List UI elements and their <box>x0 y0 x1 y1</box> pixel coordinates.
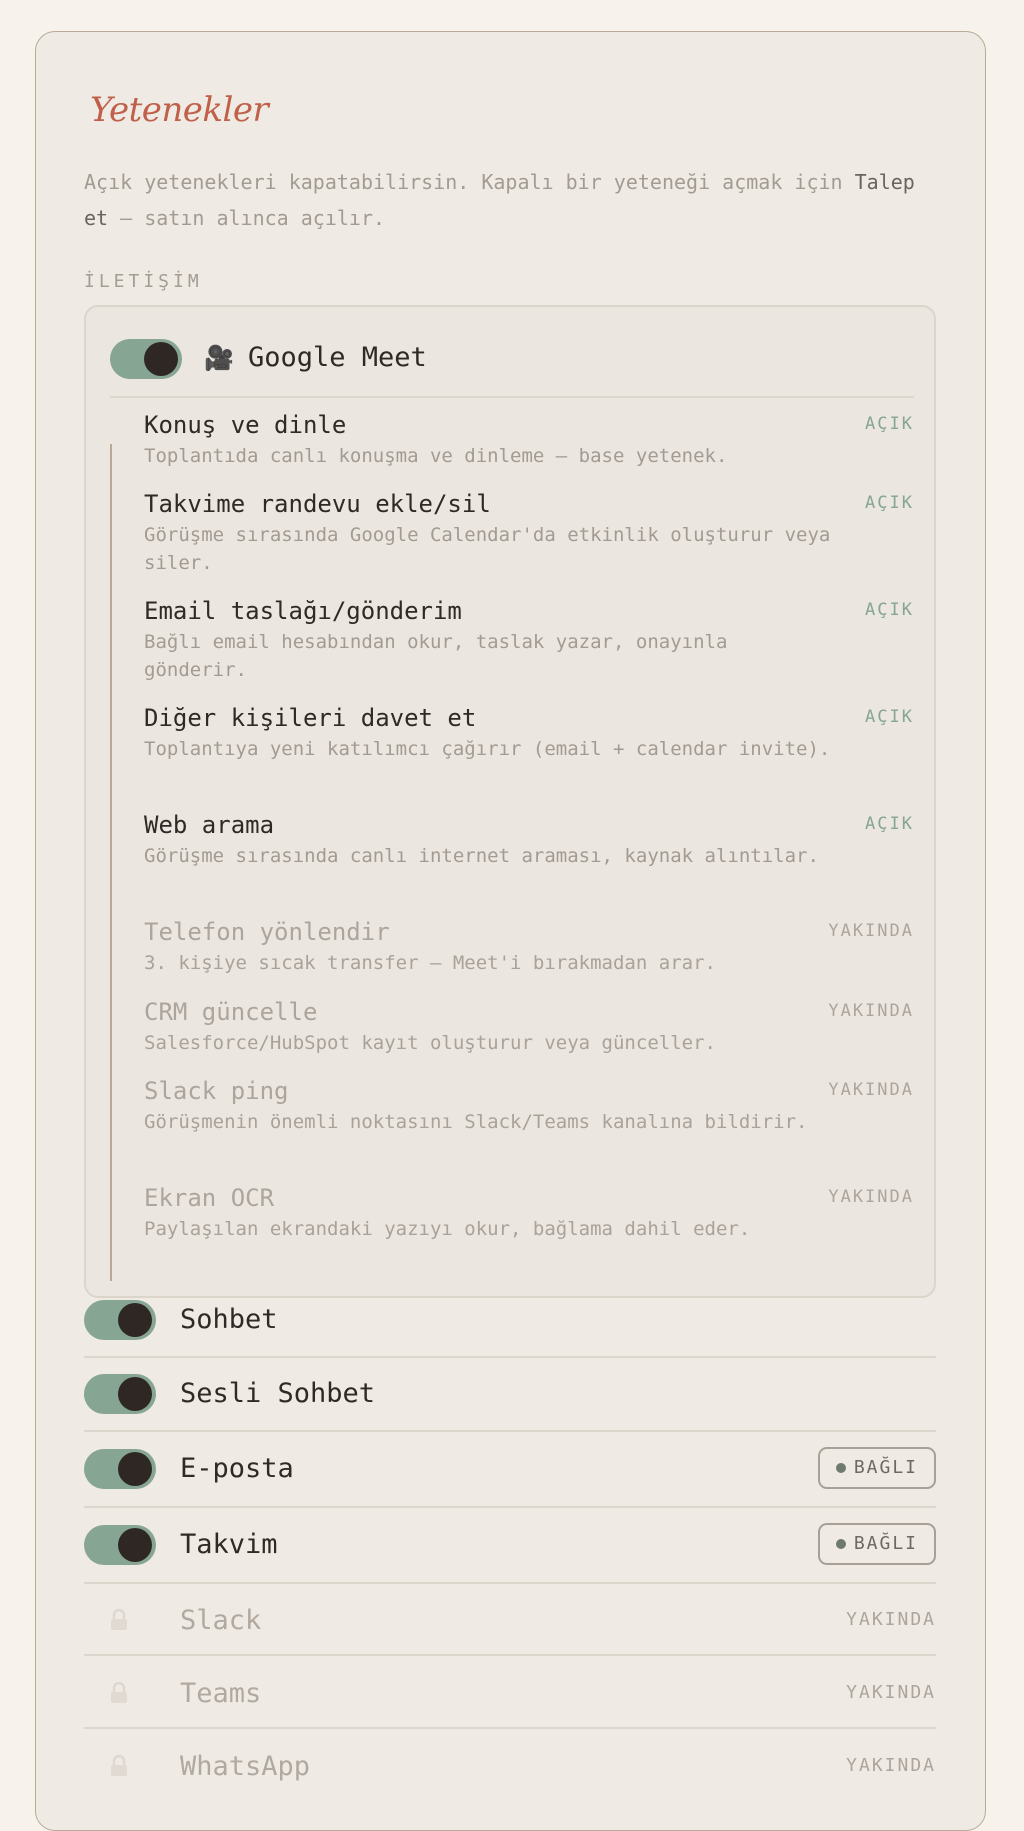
feature-description: Görüşme sırasında Google Calendar'da etk… <box>144 524 831 574</box>
coming-soon-label: YAKINDA <box>846 1755 936 1776</box>
toggle-knob <box>118 1528 152 1562</box>
page-title: Yetenekler <box>90 90 269 130</box>
lock-icon <box>111 1755 127 1776</box>
lock-icon <box>111 1682 127 1703</box>
divider <box>84 1356 936 1358</box>
feature-description: Bağlı email hesabından okur, taslak yaza… <box>144 631 728 681</box>
feature-item: Email taslağı/gönderim Bağlı email hesab… <box>144 596 914 684</box>
channel-name: Sesli Sohbet <box>180 1378 376 1409</box>
feature-item: Konuş ve dinle Toplantıda canlı konuşma … <box>144 410 914 470</box>
feature-description: 3. kişiye sıcak transfer — Meet'i bırakm… <box>144 952 716 974</box>
connected-badge[interactable]: BAĞLI <box>817 1523 936 1565</box>
divider <box>110 396 914 398</box>
feature-description: Paylaşılan ekrandaki yazıyı okur, bağlam… <box>144 1218 751 1240</box>
intro-text: Açık yetenekleri kapatabilirsin. Kapalı … <box>84 164 944 236</box>
lock-icon <box>111 1609 127 1630</box>
feature-status: AÇIK <box>865 493 914 513</box>
divider <box>84 1582 936 1584</box>
skills-panel: Yetenekler Açık yetenekleri kapatabilirs… <box>35 31 986 1831</box>
feature-status: AÇIK <box>865 600 914 620</box>
feature-status: AÇIK <box>865 707 914 727</box>
divider <box>84 1727 936 1729</box>
feature-item: Diğer kişileri davet et Toplantıya yeni … <box>144 703 914 763</box>
toggle-knob <box>118 1303 152 1337</box>
channel-name: Takvim <box>180 1529 278 1560</box>
channel-name: Slack <box>180 1605 262 1636</box>
google-meet-toggle[interactable] <box>110 339 182 379</box>
toggle-knob <box>118 1452 152 1486</box>
feature-status: YAKINDA <box>828 1080 914 1100</box>
intro-text-part: Açık yetenekleri kapatabilirsin. Kapalı … <box>84 170 855 194</box>
divider <box>84 1654 936 1656</box>
feature-name: Email taslağı/gönderim <box>144 597 462 625</box>
takvim-toggle[interactable] <box>84 1525 156 1565</box>
status-dot-icon <box>835 1463 846 1473</box>
feature-status: YAKINDA <box>828 1187 914 1207</box>
coming-soon-label: YAKINDA <box>846 1609 936 1630</box>
e-posta-toggle[interactable] <box>84 1449 156 1489</box>
feature-list-rail <box>110 444 112 1281</box>
coming-soon-label: YAKINDA <box>846 1682 936 1703</box>
status-dot-icon <box>835 1539 846 1549</box>
connected-badge[interactable]: BAĞLI <box>817 1447 936 1489</box>
feature-item: CRM güncelle Salesforce/HubSpot kayıt ol… <box>144 997 914 1057</box>
connected-badge-label: BAĞLI <box>853 1533 918 1554</box>
feature-item: Web arama Görüşme sırasında canlı intern… <box>144 810 914 870</box>
feature-item: Slack ping Görüşmenin önemli noktasını S… <box>144 1076 914 1136</box>
sohbet-toggle[interactable] <box>84 1300 156 1340</box>
feature-name: Telefon yönlendir <box>144 918 390 946</box>
feature-item: Takvime randevu ekle/sil Görüşme sırasın… <box>144 489 914 577</box>
channel-name: E-posta <box>180 1453 294 1484</box>
google-meet-name: Google Meet <box>248 342 427 373</box>
feature-status: AÇIK <box>865 814 914 834</box>
section-label: İLETİŞİM <box>84 271 203 292</box>
feature-description: Görüşmenin önemli noktasını Slack/Teams … <box>144 1111 808 1133</box>
feature-status: YAKINDA <box>828 921 914 941</box>
feature-name: Ekran OCR <box>144 1184 275 1212</box>
divider <box>84 1506 936 1508</box>
feature-status: AÇIK <box>865 414 914 434</box>
channel-name: WhatsApp <box>180 1751 311 1782</box>
google-meet-card: 🎥 Google Meet Konuş ve dinle Toplantıda … <box>84 305 936 1298</box>
feature-description: Toplantıya yeni katılımcı çağırır (email… <box>144 738 831 760</box>
sesli-sohbet-toggle[interactable] <box>84 1374 156 1414</box>
feature-description: Toplantıda canlı konuşma ve dinleme — ba… <box>144 445 728 467</box>
toggle-knob <box>118 1377 152 1411</box>
movie-camera-icon: 🎥 <box>204 344 234 372</box>
divider <box>84 1430 936 1432</box>
feature-item: Telefon yönlendir 3. kişiye sıcak transf… <box>144 917 914 977</box>
feature-item: Ekran OCR Paylaşılan ekrandaki yazıyı ok… <box>144 1183 914 1243</box>
feature-status: YAKINDA <box>828 1001 914 1021</box>
channel-name: Teams <box>180 1678 262 1709</box>
feature-description: Salesforce/HubSpot kayıt oluşturur veya … <box>144 1032 716 1054</box>
feature-name: CRM güncelle <box>144 998 318 1026</box>
intro-text-part: — satın alınca açılır. <box>108 206 386 230</box>
feature-name: Konuş ve dinle <box>144 411 347 439</box>
feature-name: Slack ping <box>144 1077 289 1105</box>
connected-badge-label: BAĞLI <box>853 1457 918 1478</box>
feature-name: Web arama <box>144 811 275 839</box>
feature-name: Takvime randevu ekle/sil <box>144 490 491 518</box>
feature-description: Görüşme sırasında canlı internet araması… <box>144 845 819 867</box>
toggle-knob <box>144 342 178 376</box>
channel-name: Sohbet <box>180 1304 278 1335</box>
feature-name: Diğer kişileri davet et <box>144 704 477 732</box>
